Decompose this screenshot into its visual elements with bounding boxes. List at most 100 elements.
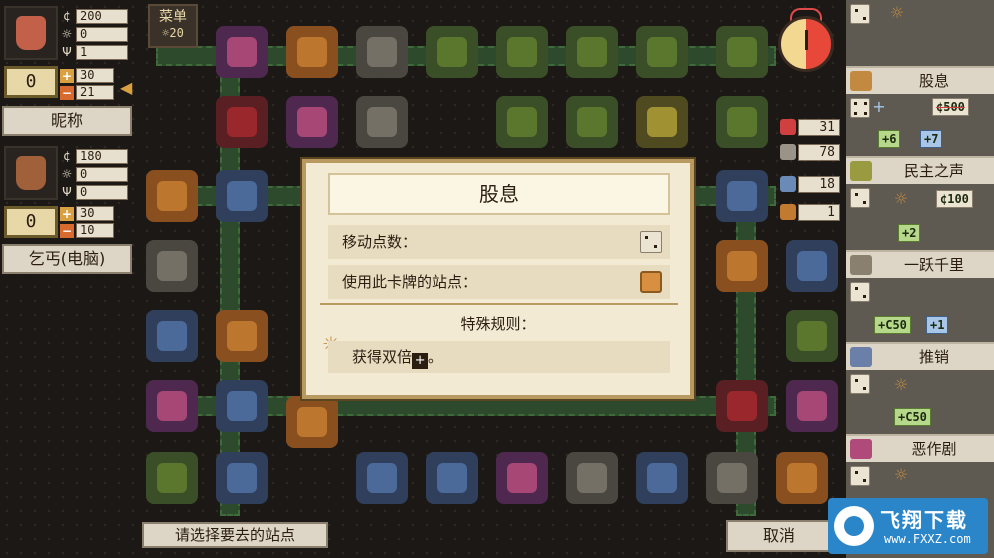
mail-icon bbox=[157, 181, 187, 211]
diamond-icon bbox=[647, 107, 677, 137]
game-screen: ¢ 200 ☼ 0 Ψ1 0 +30 −21 ◀ 昵称 ¢ 180 ☼ 0 Ψ0 0 +… bbox=[0, 0, 994, 558]
board-tile-bank[interactable] bbox=[566, 96, 618, 148]
board-tile-bank[interactable] bbox=[716, 26, 768, 78]
board-tile-helmet[interactable] bbox=[146, 452, 198, 504]
hat-icon bbox=[227, 181, 257, 211]
board-tile-dice[interactable] bbox=[496, 452, 548, 504]
bank-icon bbox=[437, 37, 467, 67]
board-tile-hat[interactable] bbox=[496, 96, 548, 148]
board-tile-parachute[interactable] bbox=[356, 26, 408, 78]
target-icon bbox=[780, 204, 796, 220]
card-detail-dialog: 股息 移动点数： 使用此卡牌的站点： 特殊规则： ☼ 获得双倍+。 bbox=[302, 159, 694, 399]
logo-icon bbox=[834, 506, 874, 546]
dice-icon bbox=[850, 466, 870, 486]
bank-icon bbox=[507, 37, 537, 67]
dialog-title: 股息 bbox=[328, 173, 670, 215]
heart-icon bbox=[797, 251, 827, 281]
board-tile-mail[interactable] bbox=[146, 170, 198, 222]
watermark-logo: 飞翔下载 www.FXXZ.com bbox=[828, 498, 988, 554]
board-tile-dice[interactable] bbox=[286, 96, 338, 148]
board-tile-heart[interactable] bbox=[216, 452, 268, 504]
card-list: ☼ 股息 + ¢500 +6 +7 民主之声 ☼ ¢100 +2 一跃千里 +C… bbox=[846, 0, 994, 558]
player1-name[interactable]: 昵称 bbox=[2, 106, 132, 136]
card-chip-gear: +2 bbox=[898, 224, 921, 242]
cancel-button[interactable]: 取消 bbox=[726, 520, 832, 552]
gear-icon: ☼ bbox=[889, 3, 905, 22]
board-tile-gavel[interactable] bbox=[146, 240, 198, 292]
player2-plus: +30 bbox=[60, 206, 114, 221]
bank-icon bbox=[727, 107, 757, 137]
board-tile-bank[interactable] bbox=[426, 26, 478, 78]
board-tile-mail[interactable] bbox=[216, 310, 268, 362]
player1-plus: +30 bbox=[60, 68, 114, 83]
grid-icon bbox=[717, 463, 747, 493]
board-tile-trash[interactable] bbox=[566, 452, 618, 504]
turn-clock-icon bbox=[776, 8, 836, 72]
player2-stat2: ☼ 0 bbox=[60, 166, 128, 182]
card-cost-area: ☼ bbox=[846, 0, 994, 66]
board-tile-hat[interactable] bbox=[716, 170, 768, 222]
board-tile-dice[interactable] bbox=[216, 26, 268, 78]
board-tile-dice[interactable] bbox=[786, 380, 838, 432]
plus-box-icon: + bbox=[412, 353, 429, 369]
mail-icon bbox=[227, 321, 257, 351]
dice-icon bbox=[297, 107, 327, 137]
skull-icon bbox=[727, 391, 757, 421]
board-tile-mail[interactable] bbox=[716, 240, 768, 292]
card-item-promote[interactable]: 推销 bbox=[846, 342, 994, 370]
counter-angry: 31 bbox=[780, 118, 840, 136]
board-tile-heart[interactable] bbox=[426, 452, 478, 504]
board-tile-hat[interactable] bbox=[216, 380, 268, 432]
building-icon bbox=[367, 463, 397, 493]
board-tile-heart[interactable] bbox=[636, 452, 688, 504]
minus-icon: − bbox=[60, 85, 74, 100]
board-tile-bank[interactable] bbox=[636, 26, 688, 78]
card-item-leap[interactable]: 一跃千里 bbox=[846, 250, 994, 278]
menu-button[interactable]: 菜单 ☼20 bbox=[148, 4, 198, 48]
board-tile-heart[interactable] bbox=[786, 240, 838, 292]
dice-icon bbox=[850, 98, 870, 118]
board-tile-bank[interactable] bbox=[566, 26, 618, 78]
dice-icon bbox=[640, 231, 662, 253]
board-tile-skull[interactable] bbox=[216, 96, 268, 148]
board-tile-hat[interactable] bbox=[216, 170, 268, 222]
card-item-dividend[interactable]: 股息 bbox=[846, 66, 994, 94]
parachute-icon bbox=[367, 37, 397, 67]
board-tile-building[interactable] bbox=[356, 452, 408, 504]
dice-icon bbox=[157, 391, 187, 421]
player2-stat3: Ψ0 bbox=[60, 184, 128, 200]
card-chip-fan: +1 bbox=[926, 316, 949, 334]
board-tile-bank[interactable] bbox=[716, 96, 768, 148]
board-tile-coin[interactable] bbox=[776, 452, 828, 504]
dice-icon bbox=[850, 282, 870, 302]
station-select-hint: 请选择要去的站点 bbox=[142, 522, 328, 548]
board-tile-scales[interactable] bbox=[786, 310, 838, 362]
trash-icon bbox=[850, 255, 872, 275]
board-tile-grid[interactable] bbox=[706, 452, 758, 504]
dice-icon bbox=[850, 4, 870, 24]
plus-icon: + bbox=[60, 68, 74, 83]
player2-name[interactable]: 乞丐(电脑) bbox=[2, 244, 132, 274]
board-tile-heart[interactable] bbox=[146, 310, 198, 362]
hat-icon bbox=[507, 107, 537, 137]
board-tile-bank[interactable] bbox=[496, 26, 548, 78]
card-item-democracy[interactable]: 民主之声 bbox=[846, 156, 994, 184]
trash-icon bbox=[577, 463, 607, 493]
building-icon bbox=[850, 347, 872, 367]
counter-target: 1 bbox=[780, 203, 840, 221]
board-tile-diamond[interactable] bbox=[636, 96, 688, 148]
player1-minus: −21 bbox=[60, 85, 114, 100]
card-chip-money: +6 bbox=[878, 130, 901, 148]
helmet-icon bbox=[157, 463, 187, 493]
board-tile-bank[interactable] bbox=[356, 96, 408, 148]
player1-score: 0 bbox=[4, 66, 58, 98]
board-tile-skull[interactable] bbox=[716, 380, 768, 432]
card-chip-money: +C50 bbox=[894, 408, 931, 426]
board-tile-dice[interactable] bbox=[146, 380, 198, 432]
minus-icon: − bbox=[60, 223, 74, 238]
card-item-prank[interactable]: 恶作剧 bbox=[846, 434, 994, 462]
board-tile-coin[interactable] bbox=[286, 26, 338, 78]
dice-icon bbox=[507, 463, 537, 493]
board-tile-coin[interactable] bbox=[286, 396, 338, 448]
card-price: ¢100 bbox=[936, 190, 973, 208]
